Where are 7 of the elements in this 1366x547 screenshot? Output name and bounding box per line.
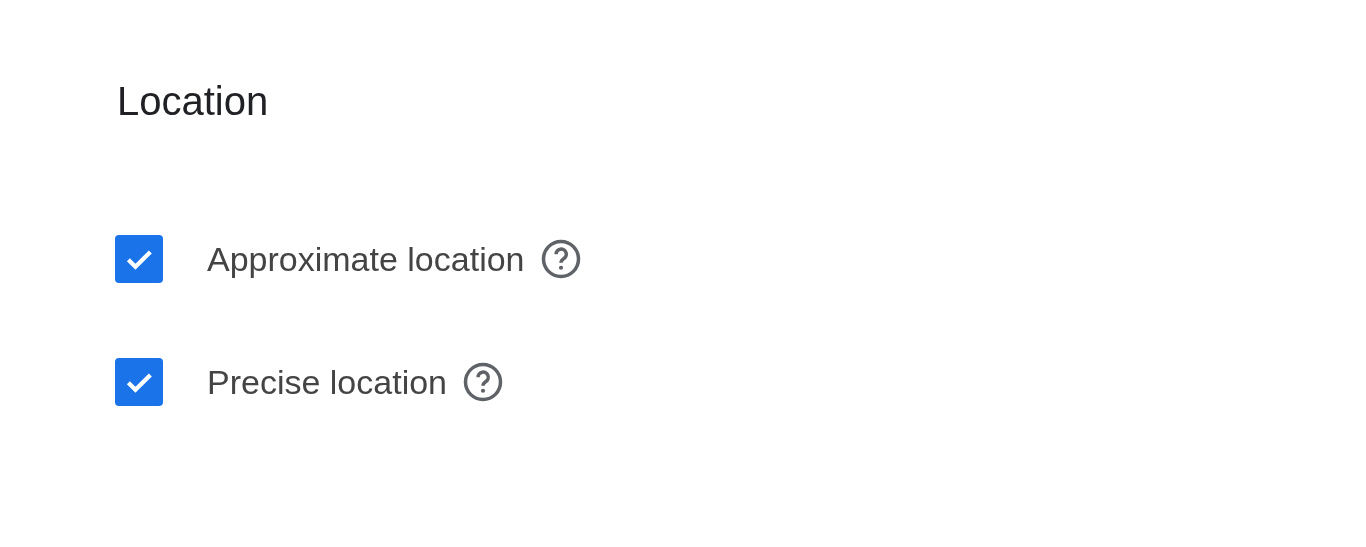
section-title: Location — [117, 78, 270, 125]
checkbox[interactable] — [115, 358, 163, 406]
option-label: Precise location — [207, 362, 447, 402]
help-icon[interactable] — [539, 238, 582, 280]
help-icon[interactable] — [462, 361, 504, 403]
checkbox[interactable] — [115, 235, 163, 283]
option-label: Approximate location — [207, 239, 525, 279]
